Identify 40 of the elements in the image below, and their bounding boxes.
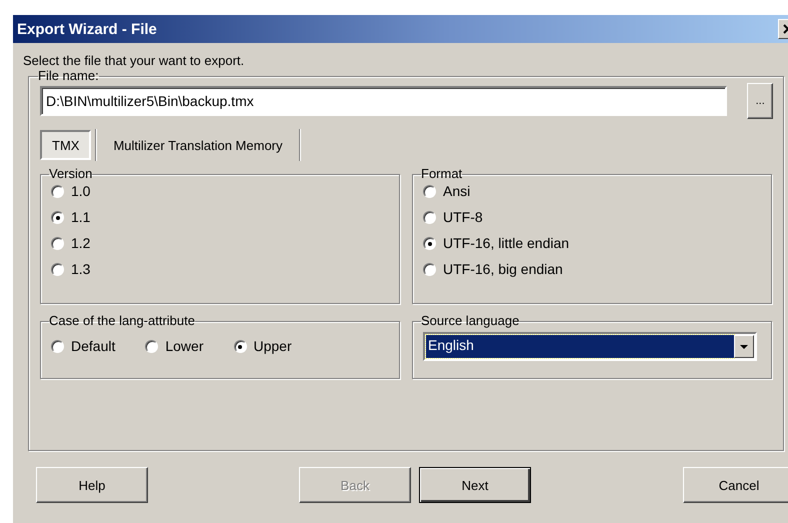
dialog-button[interactable]: Next — [419, 467, 531, 503]
dropdown-value: English — [426, 335, 734, 358]
tab[interactable]: Multilizer Translation Memory — [101, 130, 294, 160]
group-label: Format — [421, 167, 462, 181]
radio-option[interactable]: UTF-8 — [423, 209, 761, 226]
radio-option[interactable]: 1.2 — [51, 235, 389, 252]
group-label: Version — [49, 167, 92, 181]
instruction-text: Select the file that your want to export. — [23, 53, 246, 69]
caret-icon — [740, 344, 748, 348]
radio-button[interactable] — [423, 237, 436, 250]
radio-button[interactable] — [51, 185, 64, 198]
radio-button[interactable] — [145, 340, 158, 353]
radio-option[interactable]: Ansi — [423, 183, 761, 200]
radio-button[interactable] — [423, 211, 436, 224]
group-label: Source language — [421, 314, 520, 328]
dialog-button[interactable]: Help — [36, 467, 148, 503]
radio-option[interactable]: Lower — [145, 338, 204, 355]
dropdown-button[interactable] — [734, 335, 754, 358]
radio-button[interactable] — [51, 263, 64, 276]
radio-button[interactable] — [423, 185, 436, 198]
radio-option[interactable]: Default — [51, 338, 116, 355]
radio-option[interactable]: UTF-16, big endian — [423, 261, 761, 278]
dialog-button[interactable]: Cancel — [683, 467, 788, 503]
radio-button[interactable] — [51, 340, 64, 353]
radio-option[interactable]: Upper — [234, 338, 292, 355]
group-label: File name: — [38, 69, 99, 83]
radio-button[interactable] — [51, 237, 64, 250]
radio-option[interactable]: UTF-16, little endian — [423, 235, 761, 252]
file-path-field[interactable]: D:\BIN\multilizer5\Bin\backup.tmx — [40, 86, 728, 116]
radio-option[interactable]: 1.0 — [51, 183, 389, 200]
window-title: Export Wizard - File — [17, 20, 157, 38]
browse-button[interactable]: ... — [747, 83, 773, 119]
radio-option[interactable]: 1.3 — [51, 261, 389, 278]
radio-button[interactable] — [51, 211, 64, 224]
tab[interactable]: TMX — [40, 130, 92, 160]
radio-option[interactable]: 1.1 — [51, 209, 389, 226]
language-dropdown[interactable]: English — [423, 332, 757, 361]
group-label: Case of the lang-attribute — [49, 314, 195, 328]
radio-button[interactable] — [423, 263, 436, 276]
radio-button[interactable] — [234, 340, 246, 353]
